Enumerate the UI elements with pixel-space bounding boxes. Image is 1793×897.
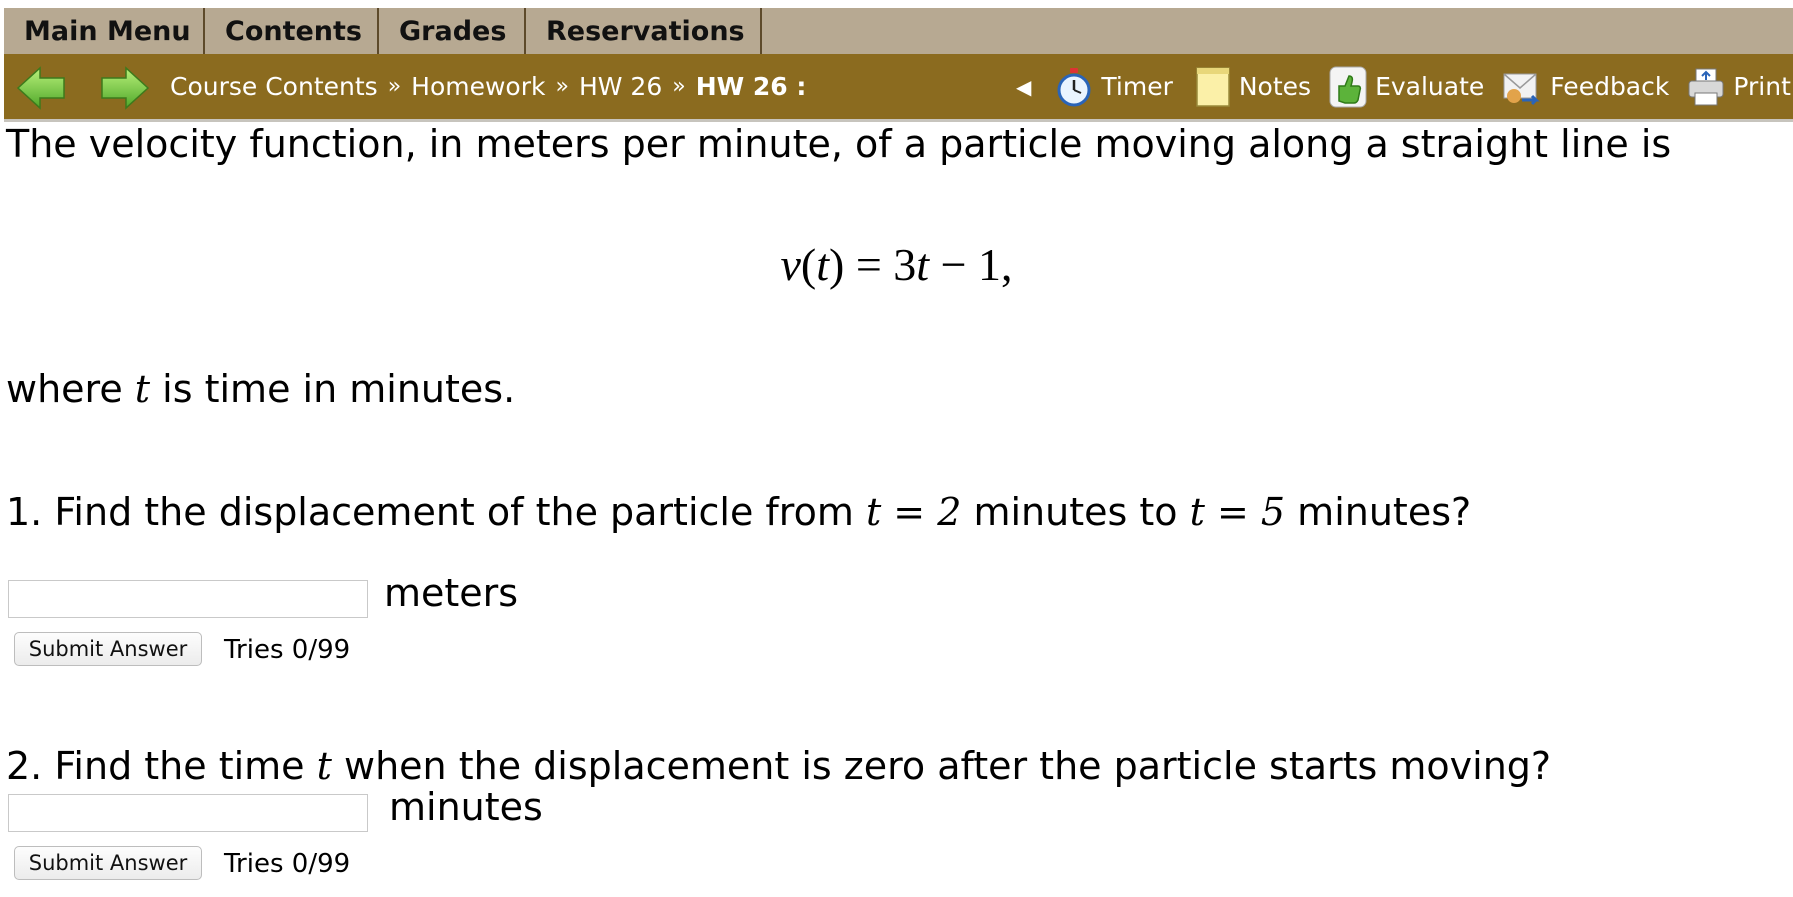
evaluate-button[interactable]: Evaluate [1329,66,1484,108]
printer-icon [1688,68,1724,105]
breadcrumb-current-page: HW 26 : [695,72,807,101]
top-navigation: Main Menu Contents Grades Reservations [0,0,1793,54]
question-2-answer-input[interactable] [8,794,368,832]
question-2-unit: minutes [389,785,543,829]
variable-definition: where t is time in minutes. [6,367,516,411]
feedback-button[interactable]: Feedback [1502,66,1669,108]
notes-label: Notes [1238,72,1312,101]
question-1-submit-button[interactable]: Submit Answer [14,632,202,666]
tab-contents[interactable]: Contents [205,8,379,54]
course-toolbar: Course Contents » Homework » HW 26 » HW … [4,54,1793,122]
notes-button[interactable]: Notes [1195,66,1311,108]
tab-grades[interactable]: Grades [379,8,526,54]
feedback-label: Feedback [1550,72,1670,101]
tab-main-menu[interactable]: Main Menu [4,8,205,54]
thumbs-up-icon [1329,66,1367,107]
question-1-answer-input[interactable] [8,580,368,618]
lon-capa-problem-page: Main Menu Contents Grades Reservations C… [0,0,1793,897]
tab-reservations[interactable]: Reservations [526,8,762,54]
question-1-text: 1. Find the displacement of the particle… [6,490,1472,534]
breadcrumb-separator: » [672,74,686,99]
breadcrumb-separator: » [387,74,402,99]
question-2-text: 2. Find the time t when the displacement… [6,744,1552,788]
tool-links: ◀ Timer Notes Evaluate Feedback Print [1016,54,1791,119]
print-button[interactable]: Print [1687,66,1791,108]
question-1-unit: meters [384,571,519,615]
breadcrumb-hw26[interactable]: HW 26 [579,72,662,101]
evaluate-label: Evaluate [1375,72,1485,101]
stopwatch-icon [1057,67,1091,106]
feedback-icon [1503,72,1540,105]
question-1-tries: Tries 0/99 [224,635,351,665]
question-2-tries: Tries 0/99 [224,849,351,879]
print-label: Print [1733,72,1791,101]
breadcrumb-homework[interactable]: Homework [411,72,545,101]
main-tabs: Main Menu Contents Grades Reservations [4,8,762,54]
breadcrumb: Course Contents » Homework » HW 26 » HW … [170,54,806,119]
question-2-submit-button[interactable]: Submit Answer [14,846,202,880]
timer-label: Timer [1101,72,1173,101]
breadcrumb-separator: » [555,74,569,99]
back-arrow-icon[interactable] [16,66,66,110]
breadcrumb-course-contents[interactable]: Course Contents [170,72,378,101]
timer-button[interactable]: Timer [1055,66,1173,108]
problem-intro: The velocity function, in meters per min… [6,122,1672,166]
velocity-formula: v(t) = 3t − 1, [780,239,1013,290]
forward-arrow-icon[interactable] [100,66,150,110]
notepad-icon [1196,66,1230,107]
collapse-toolbar-button[interactable]: ◀ [1016,75,1031,99]
